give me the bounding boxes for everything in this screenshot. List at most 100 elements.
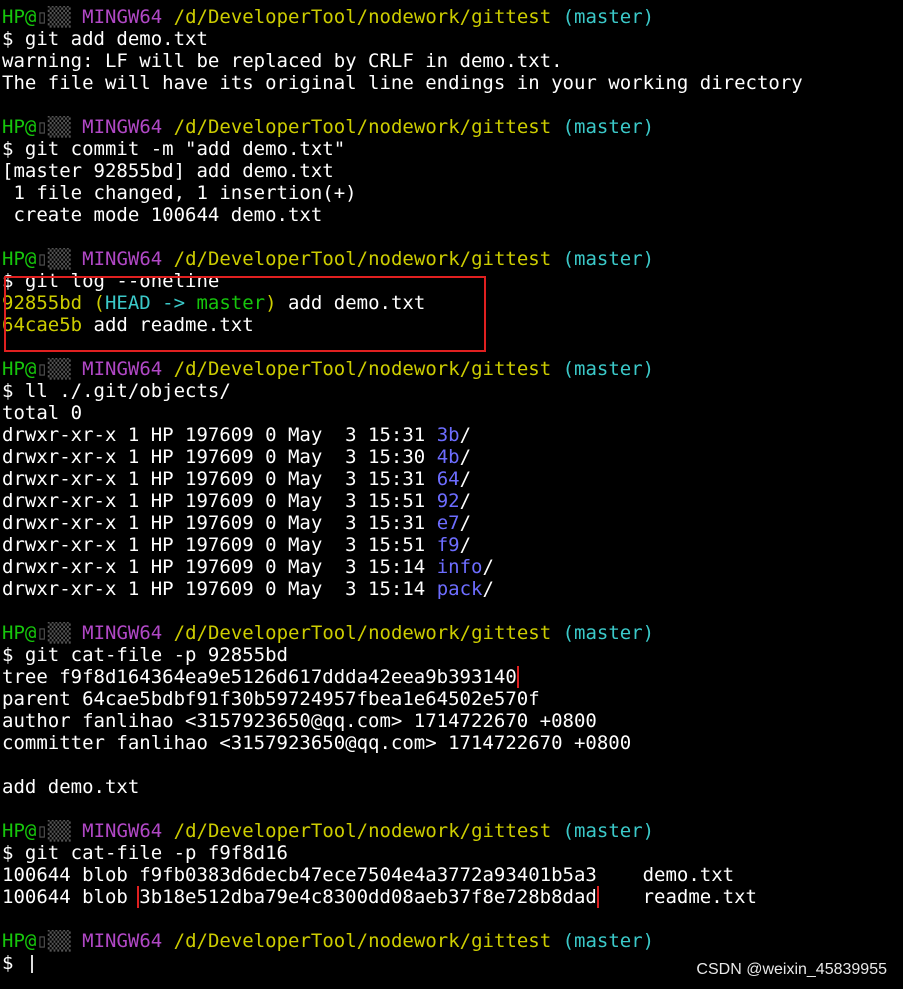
output-line: committer fanlihao <3157923650@qq.com> 1…	[2, 732, 632, 754]
output-line: The file will have its original line end…	[2, 72, 803, 94]
commit-message: add demo.txt	[276, 292, 426, 314]
prompt-line: HP@▯▒▒ MINGW64 /d/DeveloperTool/nodework…	[2, 116, 903, 138]
command-line: $ git add demo.txt	[2, 28, 208, 50]
prompt-host: ▒▒	[47, 930, 71, 952]
prompt-branch: (master)	[562, 116, 655, 138]
dir-name: 4b	[436, 446, 460, 468]
prompt-path: /d/DeveloperTool/nodework/gittest	[173, 116, 552, 138]
prompt-mark: ▯	[36, 930, 48, 952]
dir-listing-row: drwxr-xr-x 1 HP 197609 0 May 3 15:31 64/	[2, 468, 472, 490]
dir-listing-row: drwxr-xr-x 1 HP 197609 0 May 3 15:14 pac…	[2, 578, 494, 600]
blob-hash-highlight: 3b18e512dba79e4c8300dd08aeb37f8e728b8dad	[137, 886, 599, 908]
file-name: readme.txt	[596, 886, 757, 908]
branch-ref: master	[185, 292, 266, 314]
prompt-env: MINGW64	[82, 358, 163, 380]
prompt-user: HP@	[2, 820, 37, 842]
output-line: warning: LF will be replaced by CRLF in …	[2, 50, 563, 72]
commit-message: add readme.txt	[82, 314, 254, 336]
prompt-host: ▒▒	[47, 622, 71, 644]
prompt-mark: ▯	[36, 116, 48, 138]
dir-listing-row: drwxr-xr-x 1 HP 197609 0 May 3 15:51 92/	[2, 490, 472, 512]
prompt-branch: (master)	[562, 622, 655, 644]
dir-name: pack	[436, 578, 483, 600]
tree-line-highlighted: tree f9f8d164364ea9e5126d617ddda42eea9b3…	[2, 666, 903, 688]
prompt-mark: ▯	[36, 820, 48, 842]
prompt-env: MINGW64	[82, 930, 163, 952]
dir-listing-row: drwxr-xr-x 1 HP 197609 0 May 3 15:31 e7/	[2, 512, 472, 534]
dir-name: 64	[436, 468, 460, 490]
prompt-path: /d/DeveloperTool/nodework/gittest	[173, 6, 552, 28]
prompt-env: MINGW64	[82, 248, 163, 270]
dir-name: info	[436, 556, 483, 578]
command-line: $ git cat-file -p 92855bd	[2, 644, 288, 666]
prompt-user: HP@	[2, 930, 37, 952]
head-ref: HEAD ->	[104, 292, 186, 314]
dir-name: 3b	[436, 424, 460, 446]
command-line: $ ll ./.git/objects/	[2, 380, 231, 402]
prompt-line: HP@▯▒▒ MINGW64 /d/DeveloperTool/nodework…	[2, 622, 903, 644]
dir-listing-row: drwxr-xr-x 1 HP 197609 0 May 3 15:51 f9/	[2, 534, 472, 556]
output-line: total 0	[2, 402, 83, 424]
terminal-window[interactable]: HP@▯▒▒ MINGW64 /d/DeveloperTool/nodework…	[0, 0, 903, 974]
prompt-env: MINGW64	[82, 116, 163, 138]
prompt-env: MINGW64	[82, 622, 163, 644]
output-line: 1 file changed, 1 insertion(+)	[2, 182, 357, 204]
prompt-env: MINGW64	[82, 6, 163, 28]
prompt-mark: ▯	[36, 6, 48, 28]
command-line: $ git log --oneline	[2, 270, 220, 292]
prompt-line: HP@▯▒▒ MINGW64 /d/DeveloperTool/nodework…	[2, 820, 903, 842]
prompt-branch: (master)	[562, 820, 655, 842]
log-entry: 92855bd (HEAD -> master) add demo.txt	[2, 292, 426, 314]
prompt-host: ▒▒	[47, 820, 71, 842]
output-line: create mode 100644 demo.txt	[2, 204, 323, 226]
text-cursor	[30, 954, 33, 973]
prompt-path: /d/DeveloperTool/nodework/gittest	[173, 248, 552, 270]
prompt-path: /d/DeveloperTool/nodework/gittest	[173, 358, 552, 380]
prompt-branch: (master)	[562, 248, 655, 270]
blob-hash: f9fb0383d6decb47ece7504e4a3772a93401b5a3	[139, 864, 597, 886]
prompt-user: HP@	[2, 622, 37, 644]
dir-listing-row: drwxr-xr-x 1 HP 197609 0 May 3 15:14 inf…	[2, 556, 494, 578]
command-line: $ git commit -m "add demo.txt"	[2, 138, 346, 160]
prompt-path: /d/DeveloperTool/nodework/gittest	[173, 930, 552, 952]
prompt-host: ▒▒	[47, 116, 71, 138]
dir-name: f9	[436, 534, 460, 556]
prompt-user: HP@	[2, 6, 37, 28]
prompt-path: /d/DeveloperTool/nodework/gittest	[173, 622, 552, 644]
prompt-line: HP@▯▒▒ MINGW64 /d/DeveloperTool/nodework…	[2, 930, 903, 952]
watermark: CSDN @weixin_45839955	[696, 961, 887, 978]
prompt-host: ▒▒	[47, 6, 71, 28]
prompt-branch: (master)	[562, 358, 655, 380]
tree-entry: 100644 blob 3b18e512dba79e4c8300dd08aeb3…	[2, 886, 757, 908]
dir-name: 92	[436, 490, 460, 512]
commit-hash: 64cae5b	[2, 314, 83, 336]
prompt-line: HP@▯▒▒ MINGW64 /d/DeveloperTool/nodework…	[2, 358, 903, 380]
output-line: [master 92855bd] add demo.txt	[2, 160, 334, 182]
output-line: parent 64cae5bdbf91f30b59724957fbea1e645…	[2, 688, 540, 710]
prompt-host: ▒▒	[47, 248, 71, 270]
log-entry: 64cae5b add readme.txt	[2, 314, 903, 336]
prompt-branch: (master)	[562, 930, 655, 952]
prompt-user: HP@	[2, 248, 37, 270]
output-line: add demo.txt	[2, 776, 140, 798]
prompt-branch: (master)	[562, 6, 655, 28]
prompt-env: MINGW64	[82, 820, 163, 842]
prompt-line: HP@▯▒▒ MINGW64 /d/DeveloperTool/nodework…	[2, 6, 903, 28]
prompt-user: HP@	[2, 358, 37, 380]
prompt-path: /d/DeveloperTool/nodework/gittest	[173, 820, 552, 842]
prompt-host: ▒▒	[47, 358, 71, 380]
file-name: demo.txt	[596, 864, 735, 886]
prompt-user: HP@	[2, 116, 37, 138]
tree-hash-highlight: tree f9f8d164364ea9e5126d617ddda42eea9b3…	[2, 666, 519, 688]
command-line: $ git cat-file -p f9f8d16	[2, 842, 288, 864]
prompt-mark: ▯	[36, 622, 48, 644]
dir-listing-row: drwxr-xr-x 1 HP 197609 0 May 3 15:31 3b/	[2, 424, 472, 446]
output-line: author fanlihao <3157923650@qq.com> 1714…	[2, 710, 597, 732]
prompt-mark: ▯	[36, 248, 48, 270]
commit-hash: 92855bd	[2, 292, 83, 314]
dir-listing-row: drwxr-xr-x 1 HP 197609 0 May 3 15:30 4b/	[2, 446, 472, 468]
tree-entry: 100644 blob f9fb0383d6decb47ece7504e4a37…	[2, 864, 735, 886]
dir-name: e7	[436, 512, 460, 534]
prompt-mark: ▯	[36, 358, 48, 380]
